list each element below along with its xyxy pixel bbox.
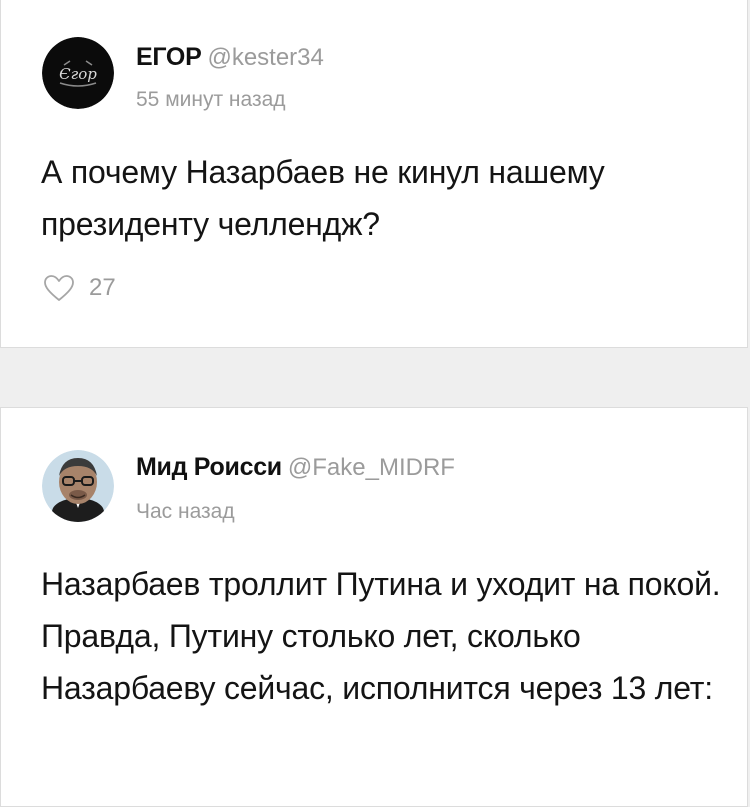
author-line: ЕГОР @kester34: [136, 43, 324, 72]
avatar-logo-icon: Єгор: [42, 37, 114, 109]
post-card: Мид Роисси @Fake_MIDRF Час назад Назарбае…: [0, 407, 748, 807]
author-handle[interactable]: @kester34: [207, 44, 323, 71]
post-text: Назарбаев троллит Путина и уходит на пок…: [41, 566, 721, 706]
author-name[interactable]: Мид Роисси: [136, 453, 282, 481]
post-time: Час назад: [136, 500, 235, 523]
post-card: Єгор ЕГОР @kester34 55 минут назад А поче…: [0, 0, 748, 348]
post-text: А почему Назарбаев не кинул нашему прези…: [41, 154, 605, 242]
post-time: 55 минут назад: [136, 88, 286, 111]
avatar[interactable]: Єгор: [42, 37, 114, 109]
like-control[interactable]: 27: [43, 274, 116, 302]
avatar[interactable]: [42, 450, 114, 522]
author-name[interactable]: ЕГОР: [136, 43, 202, 71]
avatar-label: Єгор: [59, 65, 97, 83]
heart-outline-icon[interactable]: [43, 274, 75, 302]
author-handle[interactable]: @Fake_MIDRF: [288, 454, 455, 481]
likes-count: 27: [89, 274, 116, 301]
avatar-caricature-icon: [42, 450, 114, 522]
author-line: Мид Роисси @Fake_MIDRF: [136, 453, 455, 482]
